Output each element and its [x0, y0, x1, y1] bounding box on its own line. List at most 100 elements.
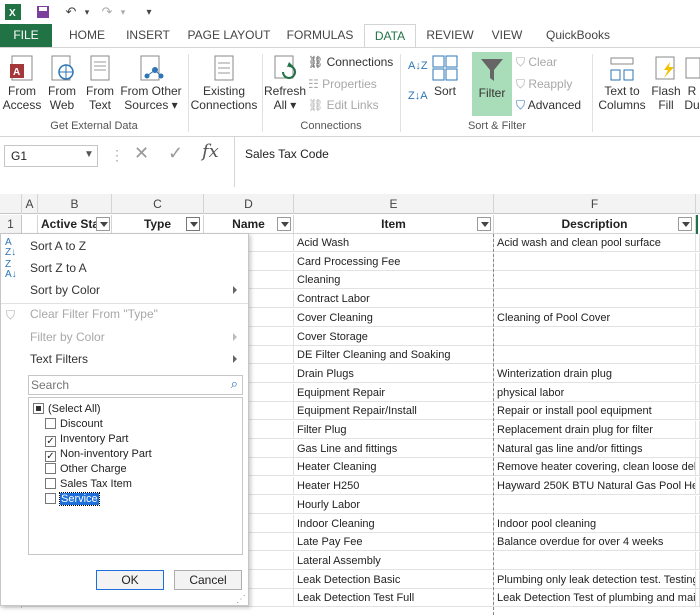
filter-value-checkbox[interactable]: ✓ Inventory Part	[45, 432, 128, 447]
menu-sort-a-to-z[interactable]: Sort A to Z	[30, 236, 86, 256]
table-cell[interactable]	[696, 571, 700, 589]
table-cell[interactable]	[696, 496, 700, 514]
item-cell[interactable]: Heater H250	[294, 477, 494, 495]
properties-button[interactable]: ☷ Properties	[308, 74, 377, 94]
filter-value-checkbox[interactable]: Service	[45, 492, 100, 507]
checkbox-icon[interactable]	[45, 418, 56, 429]
description-cell[interactable]: Natural gas line and/or fittings	[494, 440, 696, 458]
item-cell[interactable]: Card Processing Fee	[294, 253, 494, 271]
undo-dropdown-icon[interactable]: ▾	[78, 3, 96, 21]
formula-input[interactable]: Sales Tax Code	[234, 137, 700, 187]
menu-text-filters[interactable]: Text Filters	[30, 349, 245, 369]
table-cell[interactable]	[696, 253, 700, 271]
filter-value-checkbox[interactable]: Discount	[45, 417, 103, 432]
filter-dropdown-button[interactable]	[678, 217, 692, 231]
cancel-icon[interactable]: ✕	[134, 143, 149, 164]
item-cell[interactable]: Acid Wash	[294, 234, 494, 252]
item-cell[interactable]: DE Filter Cleaning and Soaking	[294, 346, 494, 364]
sort-az-icon[interactable]: A↓Z	[408, 56, 428, 76]
checkbox-icon[interactable]: ✓	[45, 451, 56, 462]
filter-dropdown-button-active[interactable]	[186, 217, 200, 231]
column-header-e[interactable]: E	[294, 194, 494, 214]
filter-button[interactable]: Filter	[472, 52, 512, 116]
header-cell-type[interactable]: Type	[112, 215, 204, 234]
item-cell[interactable]: Leak Detection Test Full	[294, 589, 494, 607]
resize-grip-icon[interactable]: ⋰	[236, 594, 246, 605]
description-cell[interactable]: physical labor	[494, 384, 696, 402]
description-cell[interactable]: Balance overdue for over 4 weeks	[494, 533, 696, 551]
redo-dropdown-icon[interactable]: ▾	[114, 3, 132, 21]
column-header-d[interactable]: D	[204, 194, 294, 214]
table-cell[interactable]	[696, 309, 700, 327]
table-cell[interactable]	[696, 440, 700, 458]
item-cell[interactable]: Equipment Repair	[294, 384, 494, 402]
checkbox-icon[interactable]	[33, 403, 44, 414]
header-cell-item[interactable]: Item	[294, 215, 494, 234]
description-cell[interactable]	[494, 290, 696, 308]
connections-button[interactable]: ⛓ Connections	[308, 52, 393, 72]
name-box-dropdown-icon[interactable]: ▼	[84, 149, 94, 160]
item-cell[interactable]: Contract Labor	[294, 290, 494, 308]
description-cell[interactable]	[494, 253, 696, 271]
tab-file[interactable]: FILE	[0, 24, 52, 47]
tab-view[interactable]: VIEW	[486, 24, 528, 47]
enter-icon[interactable]: ✓	[168, 143, 183, 164]
select-all-checkbox[interactable]: (Select All)	[33, 402, 101, 417]
description-cell[interactable]: Acid wash and clean pool surface	[494, 234, 696, 252]
item-cell[interactable]: Gas Line and fittings	[294, 440, 494, 458]
table-cell[interactable]	[696, 458, 700, 476]
existing-connections-button[interactable]: Existing Connections	[190, 54, 258, 112]
header-cell-name[interactable]: Name	[204, 215, 294, 234]
edit-links-button[interactable]: ⛓ Edit Links	[308, 95, 379, 115]
table-cell[interactable]	[696, 421, 700, 439]
description-cell[interactable]: Cleaning of Pool Cover	[494, 309, 696, 327]
tab-review[interactable]: REVIEW	[424, 24, 476, 47]
filter-value-checkbox[interactable]: Sales Tax Item	[45, 477, 132, 492]
table-cell[interactable]	[696, 365, 700, 383]
table-cell[interactable]	[696, 234, 700, 252]
description-cell[interactable]: Repair or install pool equipment	[494, 402, 696, 420]
advanced-button[interactable]: ⛉ Advanced	[516, 95, 581, 115]
from-web-button[interactable]: From Web	[44, 54, 80, 112]
item-cell[interactable]: Late Pay Fee	[294, 533, 494, 551]
description-cell[interactable]	[494, 496, 696, 514]
tab-data[interactable]: DATA	[364, 24, 416, 47]
tab-formulas[interactable]: FORMULAS	[284, 24, 356, 47]
header-cell-a[interactable]	[22, 215, 38, 234]
table-cell[interactable]	[696, 384, 700, 402]
filter-dropdown-button[interactable]	[477, 217, 491, 231]
description-cell[interactable]	[494, 346, 696, 364]
filter-dropdown-button[interactable]	[96, 217, 110, 231]
description-cell[interactable]: Remove heater covering, clean loose debr…	[494, 458, 696, 476]
menu-sort-z-to-a[interactable]: Sort Z to A	[30, 258, 87, 278]
row-header-1[interactable]: 1	[0, 215, 22, 234]
search-input[interactable]	[29, 376, 214, 394]
save-icon[interactable]	[34, 3, 52, 21]
table-cell[interactable]	[696, 515, 700, 533]
description-cell[interactable]	[494, 552, 696, 570]
item-cell[interactable]: Leak Detection Basic	[294, 571, 494, 589]
from-text-button[interactable]: From Text	[82, 54, 118, 112]
sort-za-icon[interactable]: Z↓A	[408, 86, 428, 106]
item-cell[interactable]: Cover Cleaning	[294, 309, 494, 327]
description-cell[interactable]: Hayward 250K BTU Natural Gas Pool Heater	[494, 477, 696, 495]
item-cell[interactable]: Lateral Assembly	[294, 552, 494, 570]
item-cell[interactable]: Indoor Cleaning	[294, 515, 494, 533]
column-header-a[interactable]: A	[22, 194, 38, 214]
search-box[interactable]: ⌕	[28, 375, 243, 395]
from-other-sources-button[interactable]: From Other Sources ▾	[120, 54, 182, 112]
insert-function-icon[interactable]: fx	[202, 141, 219, 162]
table-cell[interactable]	[696, 477, 700, 495]
tab-quickbooks[interactable]: QuickBooks	[540, 24, 616, 47]
checkbox-icon[interactable]	[45, 493, 56, 504]
item-cell[interactable]: Cleaning	[294, 271, 494, 289]
refresh-all-button[interactable]: Refresh All ▾	[264, 54, 306, 112]
description-cell[interactable]: Plumbing only leak detection test. Testi…	[494, 571, 696, 589]
table-cell[interactable]	[696, 533, 700, 551]
item-cell[interactable]: Hourly Labor	[294, 496, 494, 514]
menu-sort-by-color[interactable]: Sort by Color	[30, 280, 245, 300]
description-cell[interactable]	[494, 328, 696, 346]
table-cell[interactable]	[696, 402, 700, 420]
filter-value-checkbox[interactable]: Other Charge	[45, 462, 127, 477]
description-cell[interactable]: Indoor pool cleaning	[494, 515, 696, 533]
